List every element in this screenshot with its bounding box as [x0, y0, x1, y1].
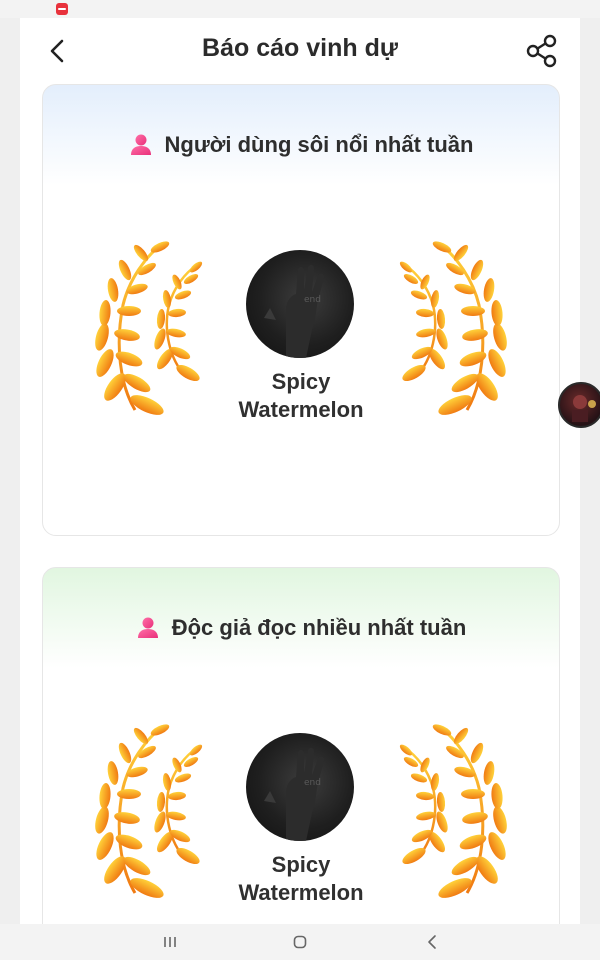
laurel-wreath-right-icon	[399, 724, 507, 898]
user-name: Spicy Watermelon	[238, 369, 364, 422]
most-read-reader-card: Độc giả đọc nhiều nhất tuần end Spicy Wa…	[42, 567, 560, 924]
status-bar	[0, 0, 600, 18]
card-heading: Độc giả đọc nhiều nhất tuần	[43, 612, 559, 644]
home-button[interactable]	[290, 932, 310, 952]
share-icon	[526, 34, 557, 68]
system-nav-bar	[0, 924, 600, 960]
share-button[interactable]	[524, 33, 560, 69]
system-back-button[interactable]	[422, 932, 442, 952]
laurel-wreath-left-icon	[95, 241, 203, 415]
honor-report-screen: Báo cáo vinh dự Người dùng sôi nổi nhất …	[20, 18, 580, 924]
card-heading: Người dùng sôi nổi nhất tuần	[43, 129, 559, 161]
svg-text:end: end	[304, 778, 321, 788]
user-icon	[137, 617, 158, 638]
most-active-user-card: Người dùng sôi nổi nhất tuần end Spicy W…	[42, 84, 560, 536]
header: Báo cáo vinh dự	[20, 18, 580, 84]
laurel-wreath-left-icon	[95, 724, 203, 898]
recent-apps-button[interactable]	[160, 932, 180, 952]
svg-text:end: end	[304, 295, 321, 305]
user-icon	[130, 134, 151, 155]
recent-apps-icon	[164, 937, 176, 947]
laurel-wreath-right-icon	[399, 241, 507, 415]
card-title: Độc giả đọc nhiều nhất tuần	[171, 615, 467, 640]
page-title: Báo cáo vinh dự	[202, 34, 398, 62]
nav-back-icon	[428, 935, 436, 949]
app-notification-icon	[56, 3, 68, 15]
user-name: Spicy Watermelon	[238, 852, 364, 905]
avatar[interactable]: end	[246, 733, 354, 841]
card-title: Người dùng sôi nổi nhất tuần	[164, 132, 474, 157]
home-icon	[293, 935, 307, 949]
floating-bubble-avatar[interactable]	[558, 382, 600, 428]
avatar[interactable]: end	[246, 250, 354, 358]
